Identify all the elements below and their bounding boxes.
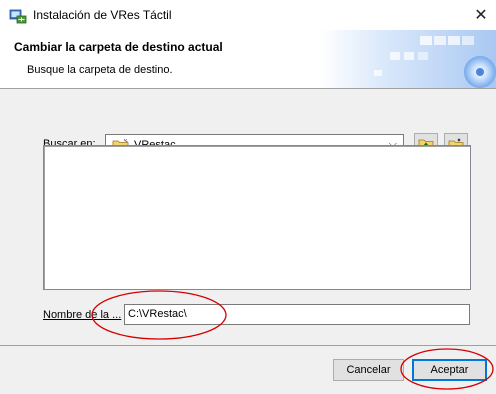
ok-button[interactable]: Aceptar — [412, 359, 487, 381]
banner-graphic — [320, 30, 496, 88]
window-title: Instalación de VRes Táctil — [33, 8, 172, 22]
banner-subtitle: Busque la carpeta de destino. — [27, 64, 173, 76]
path-label-text: Nombre de la ... — [43, 309, 122, 321]
cancel-button[interactable]: Cancelar — [333, 359, 404, 381]
button-bar: Cancelar Aceptar — [0, 346, 496, 394]
browse-panel: Buscar en: VRestac ⌵ Nombre de la ... — [0, 89, 496, 345]
folder-list[interactable] — [43, 145, 471, 290]
installer-dialog: Instalación de VRes Táctil ✕ Cambiar la … — [0, 0, 496, 394]
path-field[interactable]: C:\VRestac\ — [124, 304, 470, 325]
close-icon: ✕ — [474, 7, 488, 24]
banner-title: Cambiar la carpeta de destino actual — [14, 40, 223, 54]
installer-app-icon — [9, 9, 27, 24]
header-banner: Cambiar la carpeta de destino actual Bus… — [0, 30, 496, 88]
close-button[interactable]: ✕ — [466, 0, 496, 30]
path-label: Nombre de la ... — [43, 309, 121, 321]
title-bar: Instalación de VRes Táctil ✕ — [0, 0, 496, 30]
